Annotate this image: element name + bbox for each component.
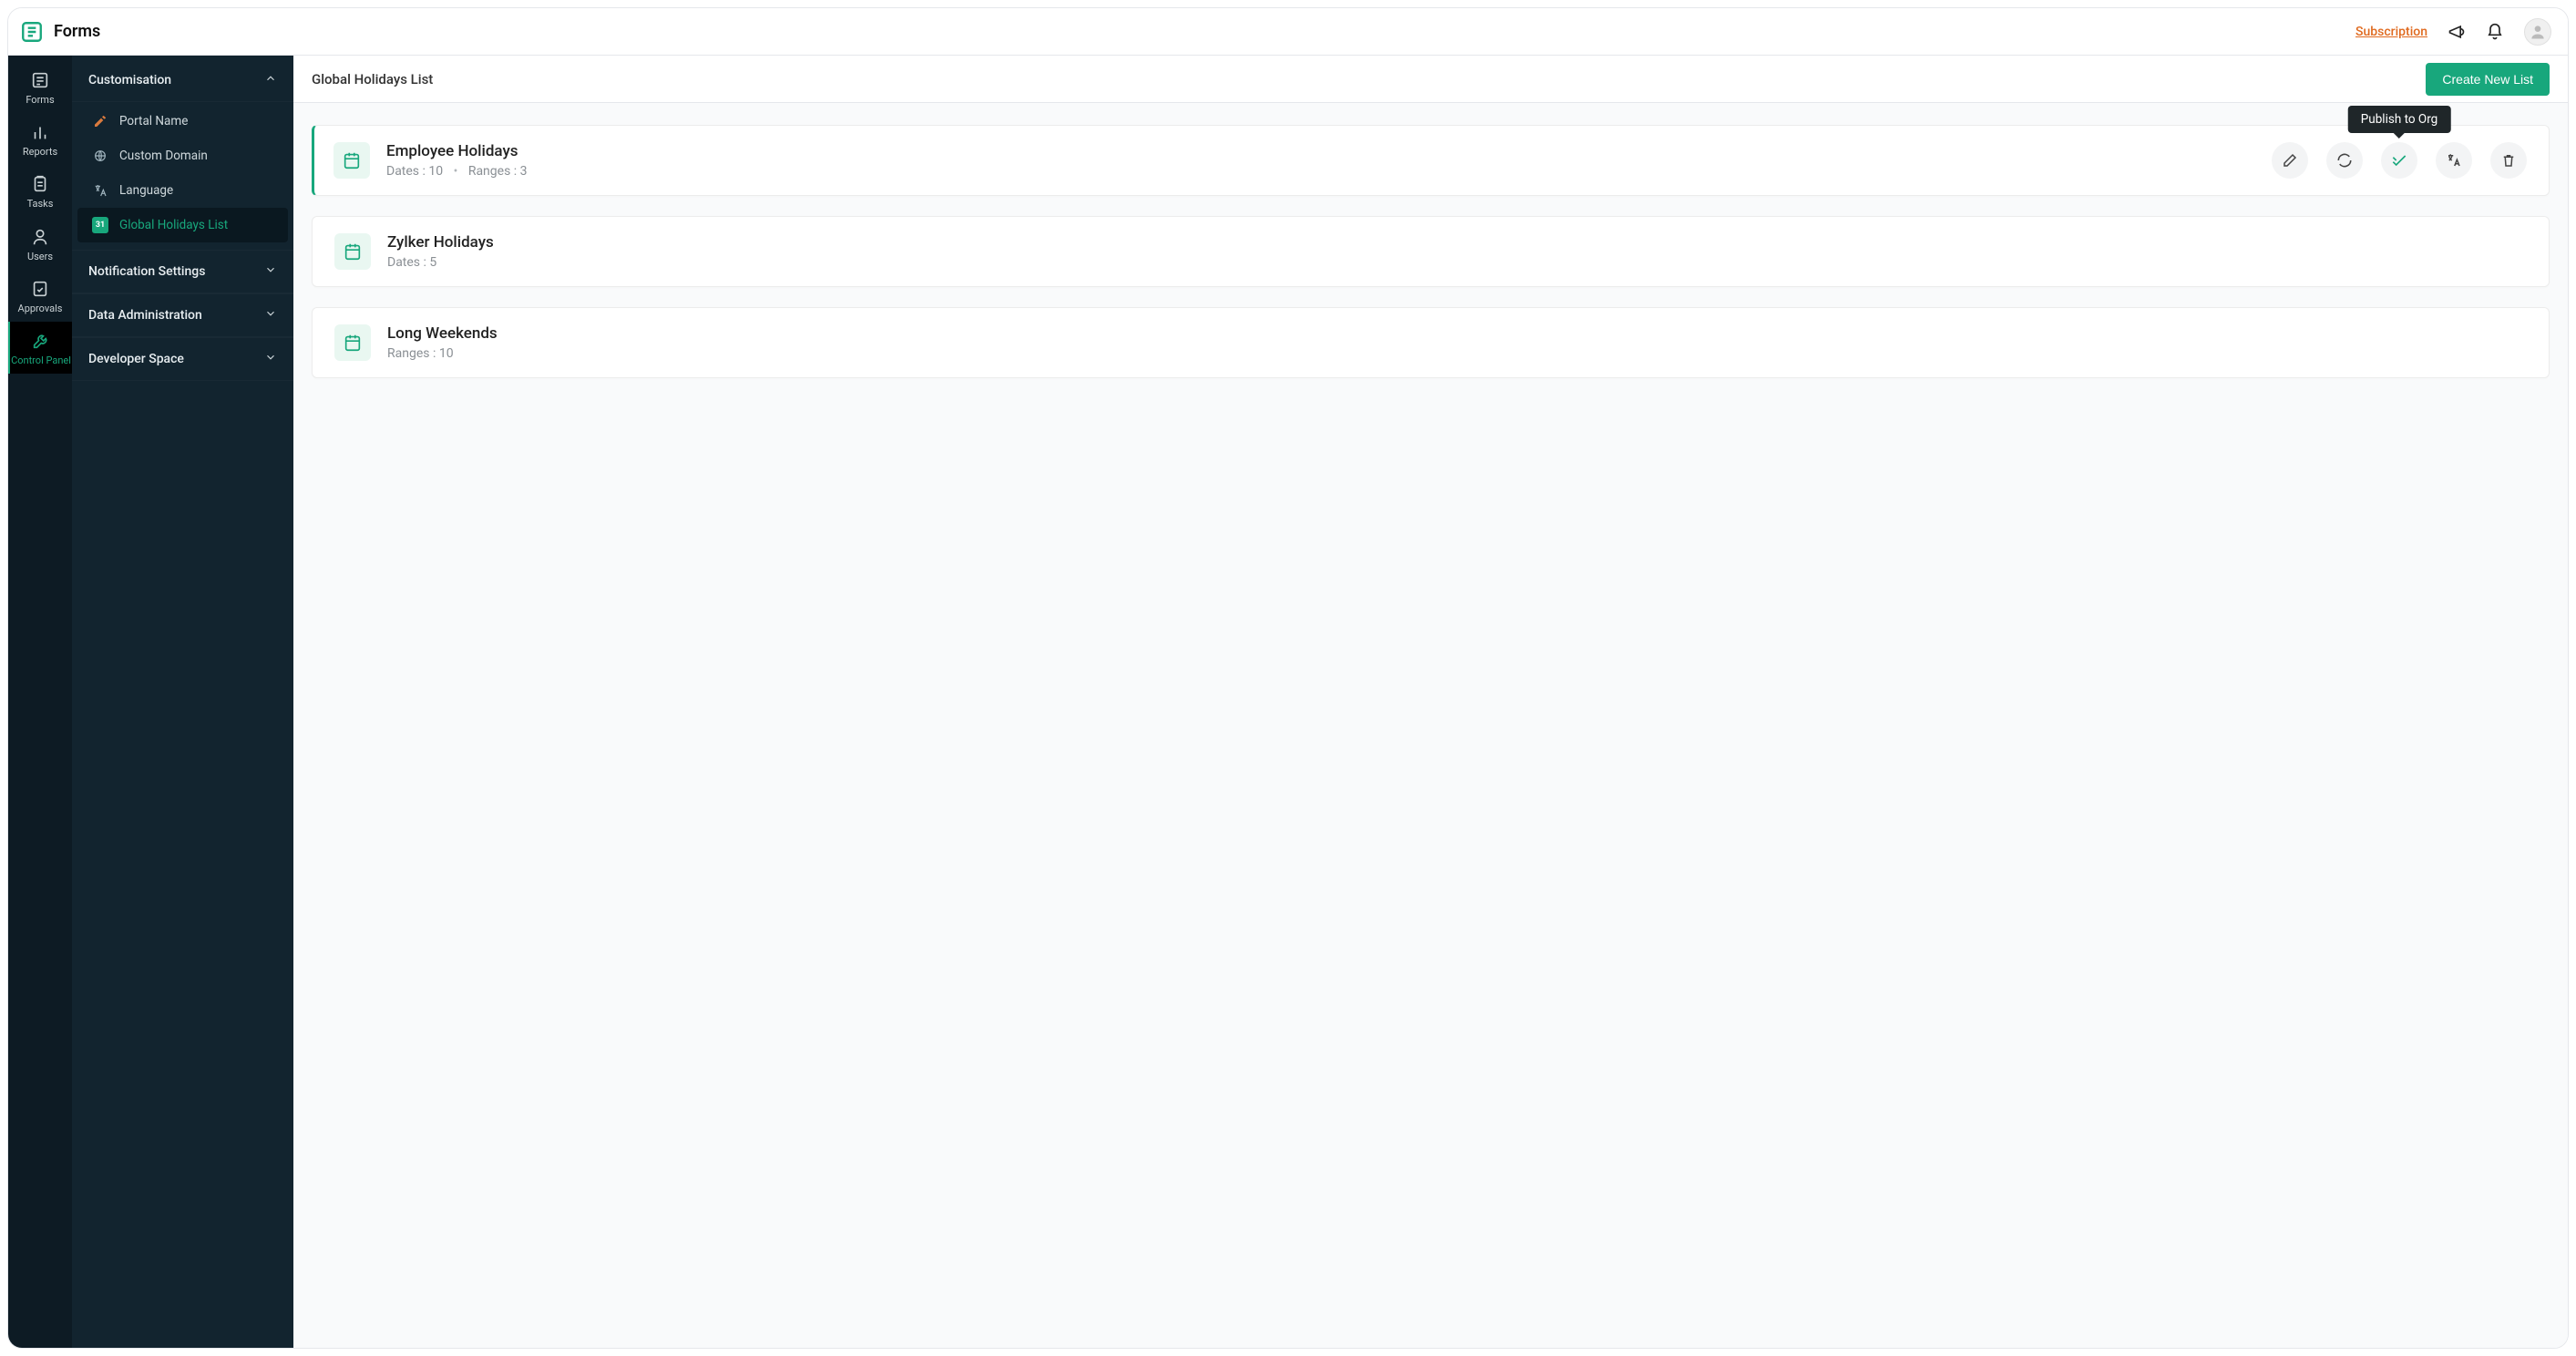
calendar-icon [334, 233, 371, 270]
card-title: Long Weekends [387, 324, 2527, 343]
panel-section-label: Data Administration [88, 308, 202, 323]
panel-section-customisation[interactable]: Customisation [72, 56, 293, 102]
card-title: Employee Holidays [386, 142, 2255, 160]
panel-item-label: Language [119, 183, 173, 198]
panel-section-label: Developer Space [88, 352, 184, 366]
card-title: Zylker Holidays [387, 233, 2527, 252]
brand: Forms [19, 19, 100, 45]
separator-icon: • [454, 164, 458, 179]
card-subtitle: Dates : 10 • Ranges : 3 [386, 164, 2255, 179]
header-right: Subscription [2355, 18, 2551, 46]
panel-item-label: Custom Domain [119, 149, 208, 163]
card-body: Long Weekends Ranges : 10 [387, 324, 2527, 361]
rail-item-approvals[interactable]: Approvals [8, 270, 72, 322]
rail-item-tasks[interactable]: Tasks [8, 165, 72, 217]
side-panel: Customisation Portal Name Custom Domain [72, 56, 293, 1348]
panel-item-language[interactable]: Language [72, 173, 293, 208]
publish-to-org-button[interactable]: Publish to Org [2381, 142, 2417, 179]
panel-sub-items: Portal Name Custom Domain Language [72, 102, 293, 250]
announce-icon[interactable] [2448, 23, 2466, 41]
holiday-list-card[interactable]: Long Weekends Ranges : 10 [312, 307, 2550, 378]
rail-label: Control Panel [11, 354, 71, 366]
rail-label: Users [27, 251, 53, 262]
chevron-up-icon [264, 72, 277, 88]
panel-section-notifications[interactable]: Notification Settings [72, 250, 293, 293]
calendar-badge: 31 [92, 217, 108, 233]
panel-section-developer[interactable]: Developer Space [72, 337, 293, 381]
chevron-down-icon [264, 351, 277, 367]
refresh-button[interactable] [2326, 142, 2363, 179]
main-area: Global Holidays List Create New List Emp… [293, 56, 2568, 1348]
panel-section-label: Notification Settings [88, 264, 205, 279]
app-frame: Forms Subscription Forms Reports [7, 7, 2569, 1349]
calendar-icon [334, 142, 370, 179]
cards-area: Employee Holidays Dates : 10 • Ranges : … [293, 103, 2568, 400]
dates-label: Dates : 10 [386, 164, 443, 179]
panel-item-global-holidays[interactable]: 31 Global Holidays List [77, 208, 288, 242]
ranges-label: Ranges : 10 [387, 346, 454, 361]
translate-button[interactable] [2436, 142, 2472, 179]
panel-item-portal-name[interactable]: Portal Name [72, 104, 293, 139]
panel-section-label: Customisation [88, 73, 171, 87]
rail-label: Approvals [18, 303, 63, 314]
rail-item-control-panel[interactable]: Control Panel [8, 322, 72, 374]
nav-rail: Forms Reports Tasks Users Approvals Cont… [8, 56, 72, 1348]
card-subtitle: Dates : 5 [387, 255, 2527, 270]
create-new-list-button[interactable]: Create New List [2426, 63, 2550, 96]
rail-label: Tasks [27, 198, 54, 210]
rail-item-users[interactable]: Users [8, 218, 72, 270]
calendar-icon [334, 324, 371, 361]
avatar[interactable] [2524, 18, 2551, 46]
language-icon [92, 182, 108, 199]
bell-icon[interactable] [2486, 23, 2504, 41]
main-header: Global Holidays List Create New List [293, 56, 2568, 103]
panel-item-label: Global Holidays List [119, 218, 228, 232]
brand-logo-icon [19, 19, 45, 45]
rail-label: Reports [23, 146, 57, 158]
brand-name: Forms [54, 22, 100, 41]
panel-section-data-admin[interactable]: Data Administration [72, 293, 293, 337]
panel-item-label: Portal Name [119, 114, 188, 128]
calendar-icon: 31 [92, 217, 108, 233]
chevron-down-icon [264, 307, 277, 324]
holiday-list-card[interactable]: Employee Holidays Dates : 10 • Ranges : … [312, 125, 2550, 196]
card-actions: Publish to Org [2272, 142, 2527, 179]
card-body: Employee Holidays Dates : 10 • Ranges : … [386, 142, 2255, 179]
dates-label: Dates : 5 [387, 255, 436, 270]
page-title: Global Holidays List [312, 71, 433, 87]
top-header: Forms Subscription [8, 8, 2568, 56]
chevron-down-icon [264, 263, 277, 280]
ranges-label: Ranges : 3 [468, 164, 528, 179]
tooltip-publish: Publish to Org [2348, 106, 2451, 133]
card-subtitle: Ranges : 10 [387, 346, 2527, 361]
rail-label: Forms [26, 94, 54, 106]
rail-item-forms[interactable]: Forms [8, 61, 72, 113]
panel-item-custom-domain[interactable]: Custom Domain [72, 139, 293, 173]
body-row: Forms Reports Tasks Users Approvals Cont… [8, 56, 2568, 1348]
card-body: Zylker Holidays Dates : 5 [387, 233, 2527, 270]
subscription-link[interactable]: Subscription [2355, 25, 2427, 39]
rail-item-reports[interactable]: Reports [8, 113, 72, 165]
holiday-list-card[interactable]: Zylker Holidays Dates : 5 [312, 216, 2550, 287]
delete-button[interactable] [2490, 142, 2527, 179]
edit-button[interactable] [2272, 142, 2308, 179]
edit-icon [92, 113, 108, 129]
globe-icon [92, 148, 108, 164]
